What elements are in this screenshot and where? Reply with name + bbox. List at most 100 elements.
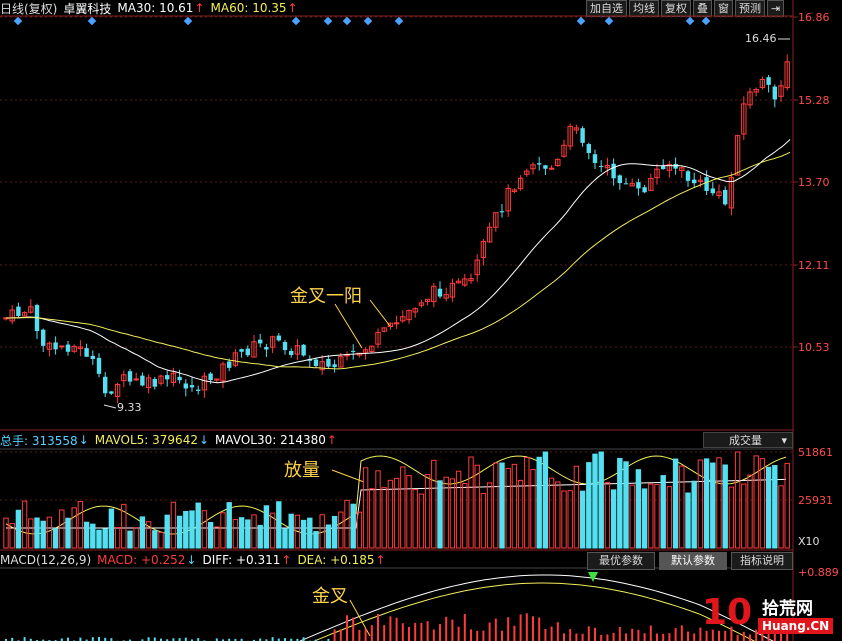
volume-bar (77, 501, 84, 549)
volume-bar (207, 521, 214, 549)
volume-bar (15, 509, 22, 549)
candle-body (617, 175, 622, 184)
signal-diamond-icon (576, 16, 586, 26)
volume-bar (251, 514, 257, 549)
indicator-selector-value: 成交量 (729, 434, 762, 447)
volume-bar (548, 477, 555, 549)
volume-bar (362, 467, 369, 549)
price-tick-5: 10.53 (798, 341, 830, 354)
volume-bar (697, 459, 704, 549)
volume-bar (635, 469, 642, 549)
volume-bar (629, 484, 635, 549)
volume-bar (375, 470, 381, 549)
golden-cross-yang-annotation: 金叉一阳 (290, 286, 362, 307)
site-logo: 10 拾荒网 Huang.CN (700, 592, 840, 640)
candle-body (710, 188, 715, 194)
volume-bar (524, 457, 530, 549)
low-marker (103, 404, 117, 409)
candle-body (326, 358, 331, 367)
volume-scale-label: X10 (798, 535, 820, 548)
candle-body (723, 189, 728, 205)
candle-body (332, 364, 337, 368)
candle-body (59, 345, 65, 348)
candle-body (239, 349, 244, 352)
volume-bar (555, 481, 561, 549)
volume-bar (381, 487, 387, 549)
volume-bar (164, 514, 170, 549)
volume-bar (486, 482, 493, 549)
volume-tick-2: 25931 (798, 494, 833, 507)
volume-bar (34, 517, 40, 549)
volume-bar (449, 478, 456, 549)
volume-bar (722, 464, 728, 549)
kline-chart[interactable] (0, 0, 842, 641)
volume-bar (114, 527, 121, 549)
candle-body (393, 322, 400, 325)
volume-bar (83, 521, 90, 549)
volume-bar (257, 524, 263, 549)
price-tick-1: 16.86 (798, 11, 830, 24)
volume-bar (424, 474, 431, 549)
macd-header: MACD(12,26,9) MACD: +0.252 ↓ DIFF: +0.31… (0, 552, 386, 568)
volume-bar (307, 517, 313, 549)
volume-bar (96, 529, 102, 549)
signal-diamond-icon (291, 16, 301, 26)
indicator-selector[interactable]: 成交量 ▾ (703, 432, 793, 448)
dea-value: DEA: +0.185 (297, 553, 375, 567)
volume-bar (90, 523, 96, 549)
candle-body (16, 306, 21, 317)
candle-body (177, 376, 182, 381)
volume-bar (331, 515, 338, 549)
indicator-help-button[interactable]: 指标说明 (731, 552, 793, 570)
candle-body (592, 154, 598, 163)
volume-bar (152, 530, 158, 549)
candle-body (661, 165, 666, 170)
volume-bar (641, 488, 648, 549)
mavol30-label: MAVOL30: 214380 (215, 433, 326, 447)
volume-bar (660, 475, 666, 549)
signal-diamond-icon (701, 16, 711, 26)
candle-body (611, 163, 616, 179)
volume-bar (52, 528, 59, 549)
price-tick-2: 15.28 (798, 94, 830, 107)
candle-body (772, 86, 777, 100)
volume-header: 总手: 313558 ↓ MAVOL5: 379642 ↓ MAVOL30: 2… (0, 432, 337, 448)
logo-url: Huang.CN (758, 618, 834, 634)
volume-bar (65, 517, 71, 549)
volume-bar (59, 509, 65, 549)
volume-bar (338, 511, 344, 549)
annotation-arrow-icon (369, 299, 391, 327)
volume-tick-1: 51861 (798, 446, 833, 459)
optimal-params-button[interactable]: 最优参数 (587, 552, 655, 570)
candle-body (227, 361, 232, 368)
volume-bar (679, 465, 685, 549)
volume-bar (387, 479, 394, 549)
candle-body (685, 171, 691, 181)
candle-body (301, 344, 306, 356)
candle-body (152, 378, 157, 387)
volume-bar (654, 484, 660, 549)
default-params-button[interactable]: 默认参数 (659, 552, 727, 570)
mavol5-label: MAVOL5: 379642 (94, 433, 198, 447)
candle-body (642, 187, 647, 193)
volume-bar (604, 481, 611, 549)
volume-bar (400, 466, 406, 549)
volume-bar (598, 451, 604, 549)
volume-bar (418, 493, 425, 549)
candle-body (704, 177, 709, 191)
signal-diamond-icon (183, 16, 193, 26)
volume-bar (747, 474, 753, 549)
macd-name: MACD(12,26,9) (0, 553, 92, 567)
volume-bar (517, 479, 524, 549)
volume-total-arrow-icon: ↓ (78, 433, 89, 447)
candle-body (140, 375, 145, 386)
candle-body (189, 385, 195, 388)
mavol5-line (5, 455, 787, 535)
candle-body (196, 389, 201, 391)
volume-bar (431, 459, 437, 549)
candle-body (580, 128, 585, 143)
volume-bar (226, 502, 232, 549)
volume-bar (21, 500, 28, 549)
volume-bar (586, 462, 592, 549)
volume-bar (499, 462, 505, 549)
